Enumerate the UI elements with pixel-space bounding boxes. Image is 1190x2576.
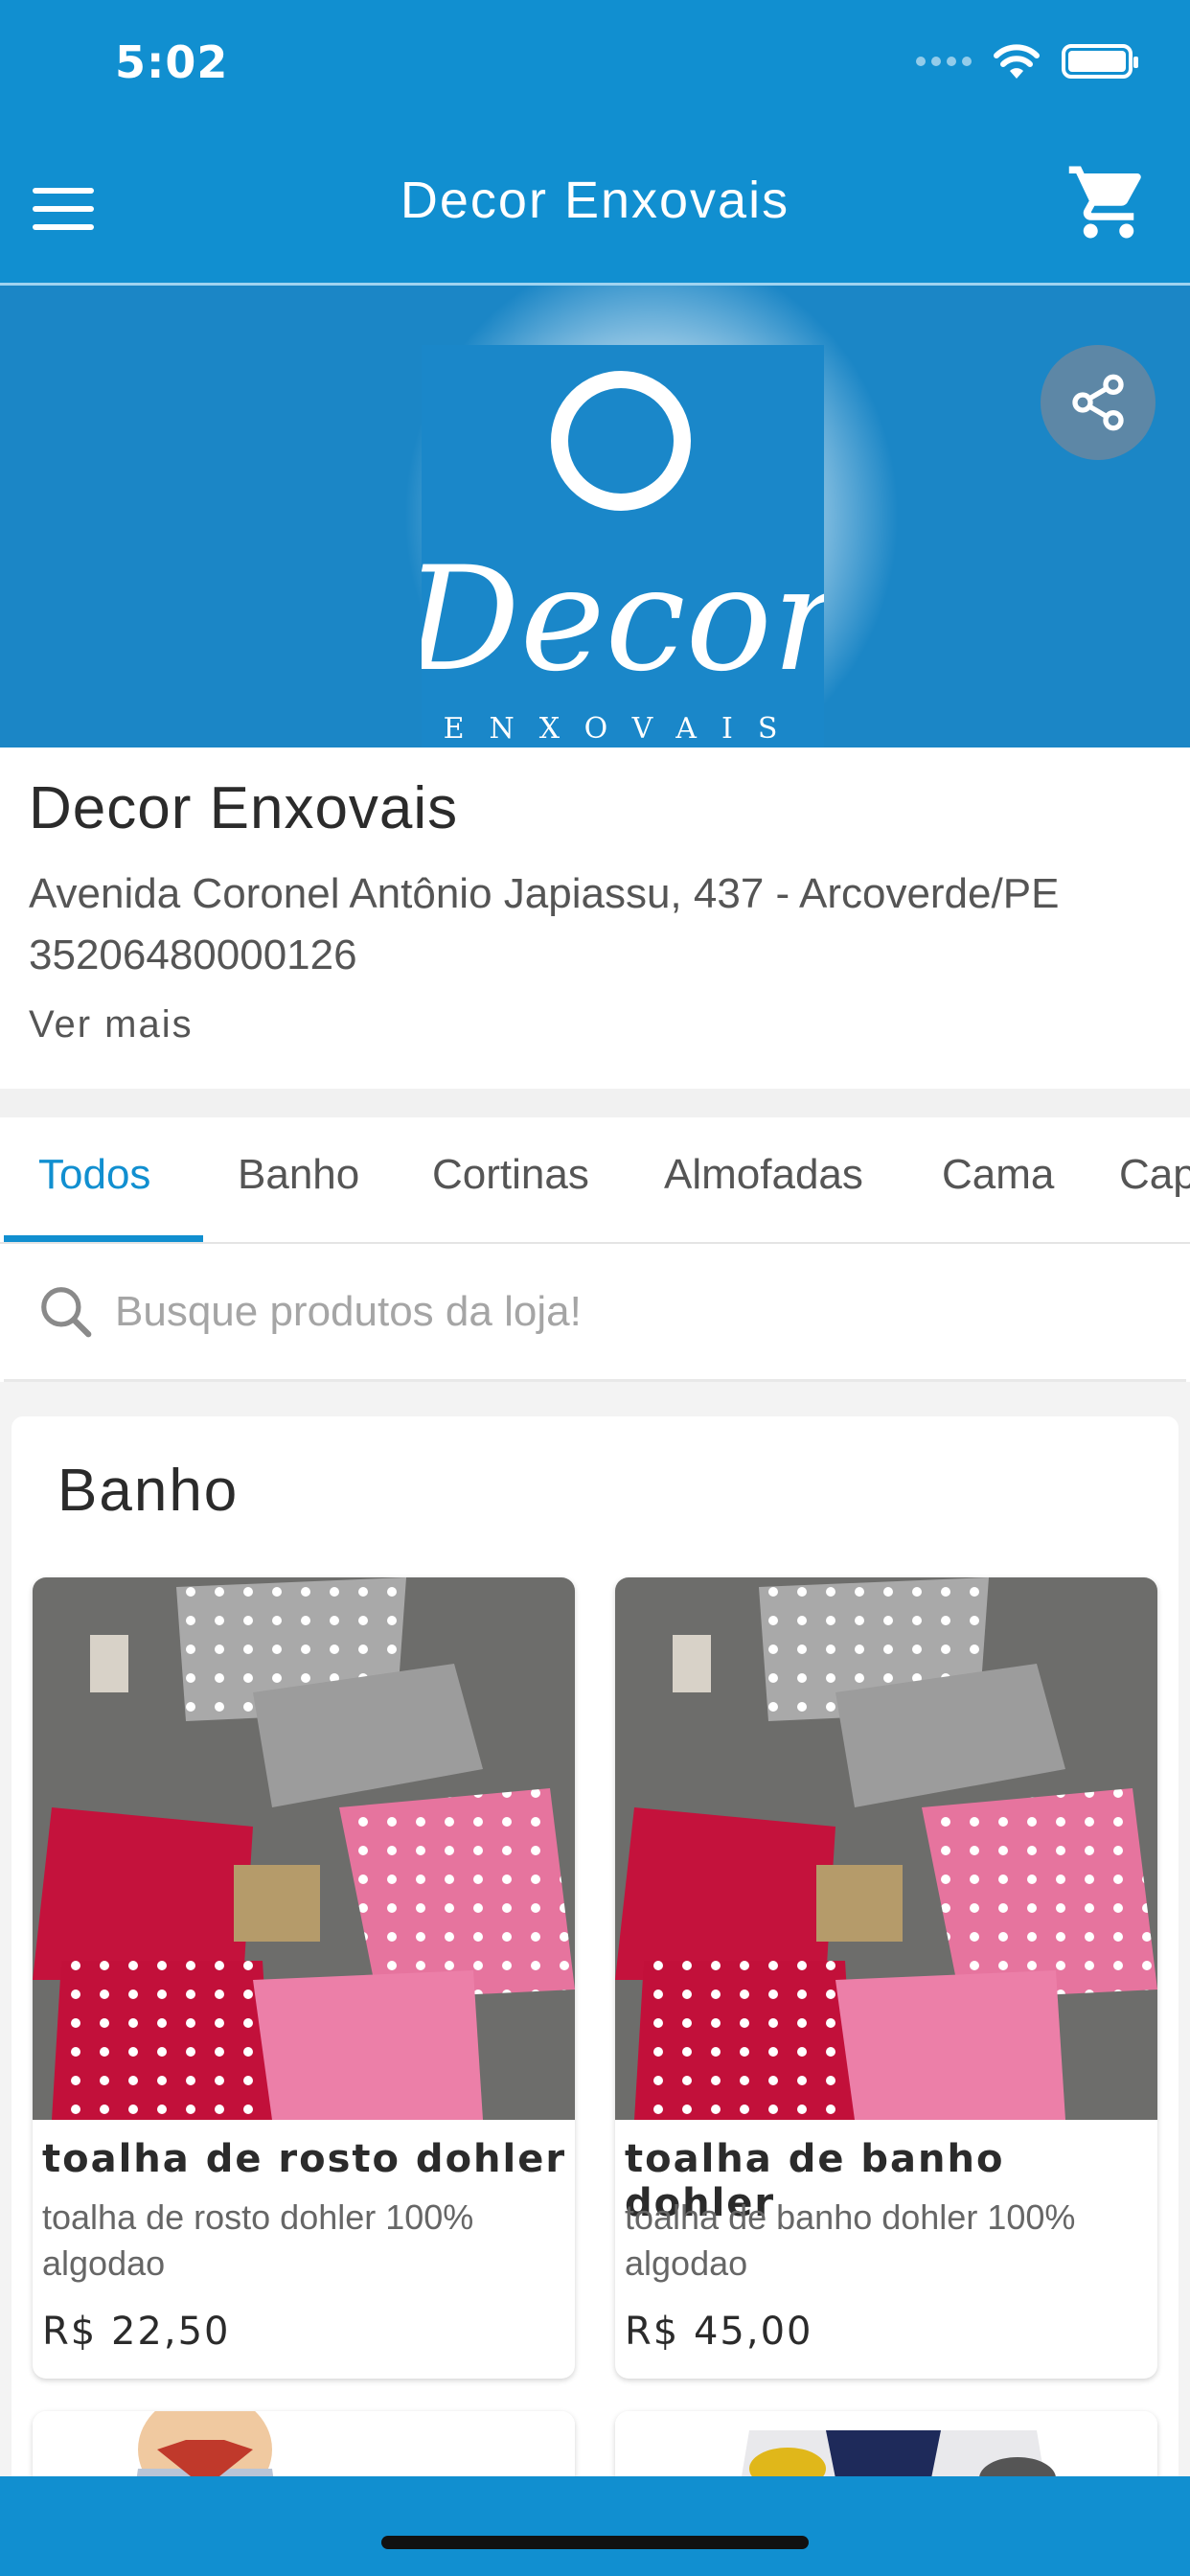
status-bar: 5:02 xyxy=(0,0,1190,134)
product-price: R$ 22,50 xyxy=(42,2310,231,2354)
bottom-bar xyxy=(0,2476,1190,2576)
app-title: Decor Enxovais xyxy=(400,172,790,229)
product-description: toalha de rosto dohler 100% algodao xyxy=(42,2197,474,2283)
cellular-signal-icon xyxy=(916,57,972,66)
product-image xyxy=(33,1577,575,2120)
logo-wordmark: Decor xyxy=(422,537,824,703)
share-icon xyxy=(1072,374,1124,431)
store-logo: Decor ENXOVAIS xyxy=(401,345,849,748)
search-input[interactable]: Busque produtos da loja! xyxy=(115,1288,582,1336)
tab-banho[interactable]: Banho xyxy=(238,1117,359,1242)
store-address: Avenida Coronel Antônio Japiassu, 437 - … xyxy=(29,870,1060,917)
tab-todos[interactable]: Todos xyxy=(38,1117,150,1242)
cart-icon[interactable] xyxy=(1065,159,1152,245)
product-name: toalha de rosto dohler xyxy=(42,2137,567,2181)
tab-cama[interactable]: Cama xyxy=(942,1117,1054,1242)
product-price: R$ 45,00 xyxy=(625,2310,813,2354)
tab-cap[interactable]: Cap xyxy=(1119,1117,1190,1242)
store-cnpj: 35206480000126 xyxy=(29,932,357,978)
product-image xyxy=(615,1577,1157,2120)
category-tabs: Todos Banho Cortinas Almofadas Cama Cap xyxy=(0,1117,1190,1244)
tab-cortinas[interactable]: Cortinas xyxy=(432,1117,589,1242)
battery-icon xyxy=(1062,44,1138,79)
store-info: Decor Enxovais Avenida Coronel Antônio J… xyxy=(0,748,1190,1089)
section-title: Banho xyxy=(57,1458,240,1524)
divider xyxy=(0,1089,1190,1117)
wifi-icon xyxy=(994,44,1040,79)
status-time: 5:02 xyxy=(115,36,229,88)
product-card[interactable]: toalha de rosto dohler toalha de rosto d… xyxy=(33,1577,575,2379)
product-description: toalha de banho dohler 100% algodao xyxy=(625,2197,1076,2283)
store-banner: Decor ENXOVAIS xyxy=(0,286,1190,748)
app-bar: Decor Enxovais xyxy=(0,134,1190,286)
search-bar[interactable]: Busque produtos da loja! xyxy=(4,1244,1186,1382)
logo-subword: ENXOVAIS xyxy=(444,712,803,746)
tab-almofadas[interactable]: Almofadas xyxy=(664,1117,863,1242)
store-name: Decor Enxovais xyxy=(29,775,459,841)
home-indicator[interactable] xyxy=(381,2536,809,2549)
share-button[interactable] xyxy=(1041,345,1156,460)
active-tab-indicator xyxy=(4,1235,203,1242)
logo-ring-icon: Decor ENXOVAIS xyxy=(401,371,849,746)
status-icons xyxy=(916,42,1138,80)
product-card[interactable]: toalha de banho dohler toalha de banho d… xyxy=(615,1577,1157,2379)
search-icon xyxy=(41,1286,92,1337)
see-more-link[interactable]: Ver mais xyxy=(29,1003,1161,1046)
